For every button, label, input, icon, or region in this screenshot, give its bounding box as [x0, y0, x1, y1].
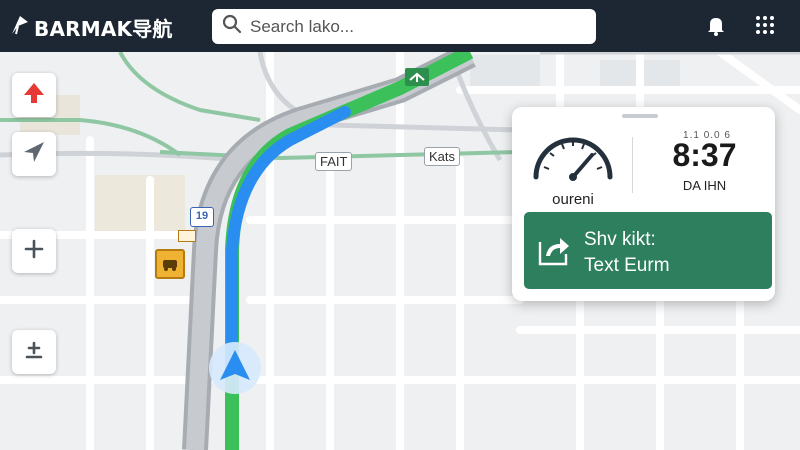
zoom-out-icon: [23, 339, 45, 366]
eta-subtitle: DA IHN: [682, 178, 727, 193]
app-brand[interactable]: BARMAK导航: [10, 14, 173, 41]
route-shield: 19: [190, 207, 214, 227]
recenter-button[interactable]: [12, 132, 56, 176]
eta-time: 8:37: [672, 137, 737, 173]
drag-handle[interactable]: [622, 114, 658, 118]
hazard-flag-icon: [178, 230, 196, 242]
road-label: Kats: [424, 147, 461, 166]
hazard-sign-icon[interactable]: [155, 249, 185, 279]
top-bar: BARMAK导航: [0, 0, 800, 52]
grid-icon[interactable]: [752, 12, 778, 38]
speed-label: oureni: [552, 191, 594, 208]
next-turn-detail: Text Eurm: [584, 255, 670, 276]
search-input[interactable]: [250, 16, 580, 37]
road-label: FAIT: [315, 152, 353, 171]
speedometer-icon: [526, 137, 620, 191]
speedometer: oureni: [526, 125, 620, 208]
next-turn-panel[interactable]: Shv kikt: Text Eurm: [524, 212, 772, 289]
zoom-out-button[interactable]: [12, 330, 56, 374]
exit-sign-icon: [405, 68, 429, 86]
bell-icon[interactable]: [703, 12, 729, 38]
app-title: BARMAK导航: [34, 16, 173, 41]
zoom-in-button[interactable]: [12, 229, 56, 273]
compass-button[interactable]: [12, 73, 56, 117]
compass-arrow-icon: [22, 81, 46, 110]
next-turn-title: Shv kikt:: [584, 229, 656, 250]
card-divider: [632, 137, 633, 193]
zoom-in-icon: [23, 238, 45, 265]
turn-right-icon: [536, 232, 572, 268]
search-bar[interactable]: [212, 9, 596, 44]
search-icon: [222, 14, 242, 39]
navigate-icon: [22, 140, 46, 169]
navigation-info-card[interactable]: oureni 1.1 0.0 6 8:37 DA IHN Shv kikt: T…: [512, 107, 775, 301]
logo-icon: [10, 14, 30, 41]
